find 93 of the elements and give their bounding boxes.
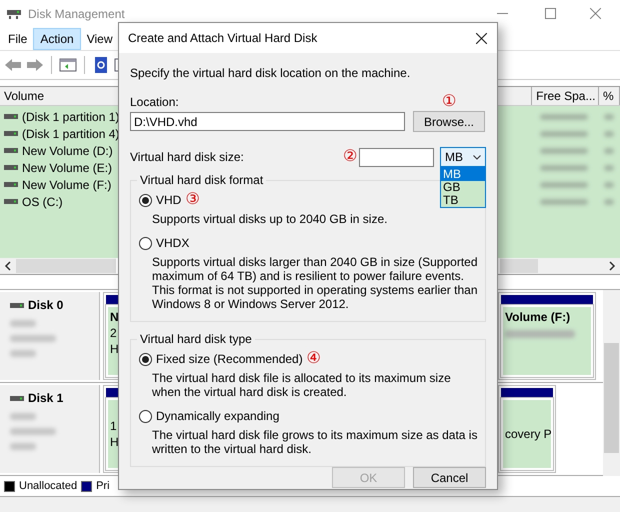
partition-header-bar (501, 388, 553, 398)
volume-name[interactable]: New Volume (F:) (22, 178, 112, 192)
blurred-text (604, 182, 614, 188)
unit-dropdown[interactable]: MB (440, 147, 486, 167)
drive-icon (10, 396, 24, 400)
blurred-text (10, 413, 36, 420)
size-field[interactable] (359, 148, 434, 166)
blurred-text (604, 198, 614, 204)
menu-item[interactable]: File (2, 28, 34, 50)
chevron-icon (473, 154, 481, 160)
radio-button[interactable] (139, 352, 152, 366)
blurred-text (10, 443, 36, 450)
partition-text: covery P (505, 427, 551, 441)
close-icon[interactable] (476, 32, 487, 44)
option-description: Supports virtual disks larger than 2040 GB in size (Supported maximum of 64 TB) and is resilient to power failure events. This format is not supported in operating systems earlier than Windows 8 or Windows Server 2012. (151, 255, 479, 311)
group-title: Virtual hard disk type (137, 332, 255, 346)
step-marker: ① (442, 94, 456, 110)
scrollbar-track[interactable] (0, 258, 116, 274)
radio-button[interactable] (139, 194, 152, 206)
blurred-text (604, 114, 614, 120)
partition-text: H (110, 342, 119, 356)
partition-block[interactable]: Volume (F:) (498, 292, 596, 380)
app-icon (6, 8, 22, 20)
step-marker: ③ (185, 192, 200, 208)
drive-icon (4, 199, 18, 204)
location-field[interactable]: D:\VHD.vhd (130, 112, 405, 131)
column-header[interactable]: % (599, 87, 620, 105)
group-title: Virtual hard disk format (137, 173, 266, 187)
drive-icon (4, 114, 18, 119)
vertical-scrollbar[interactable] (603, 290, 620, 476)
field-label: Virtual hard disk size: (130, 150, 245, 164)
instruction-text: Specify the virtual hard disk location on the machine. (130, 66, 412, 80)
drive-icon (4, 182, 18, 187)
cancel-button[interactable]: Cancel (413, 467, 486, 488)
field-label: Location: (130, 95, 179, 109)
blurred-text (540, 198, 588, 204)
option-description: The virtual hard disk file is allocated to its maximum size when the virtual hard disk is created. (151, 371, 452, 399)
blurred-text (604, 164, 614, 170)
disk-name[interactable]: Disk 0 (28, 298, 64, 312)
blurred-text (540, 130, 588, 136)
volume-name[interactable]: New Volume (D:) (22, 144, 113, 158)
scrollbar-thumb[interactable] (500, 259, 538, 273)
radio-label[interactable]: VHD (156, 193, 182, 207)
radio-label[interactable]: Fixed size (Recommended) (156, 352, 303, 366)
legend-label: Pri (96, 480, 110, 492)
radio-button[interactable] (139, 410, 152, 422)
blurred-text (604, 148, 614, 154)
volume-name[interactable]: New Volume (E:) (22, 160, 112, 174)
scrollbar-track[interactable] (500, 258, 620, 274)
window-title: Disk Management (28, 7, 125, 21)
scrollbar-thumb[interactable] (16, 259, 116, 273)
radio-label[interactable]: VHDX (156, 236, 190, 250)
drive-icon (4, 131, 18, 136)
option-description: Supports virtual disks up to 2040 GB in size. (151, 212, 388, 226)
blurred-text (10, 428, 56, 435)
maximize-icon[interactable] (545, 8, 556, 19)
blurred-text (540, 164, 588, 170)
forward-icon[interactable] (26, 57, 44, 73)
partition-text: 1 (110, 419, 117, 433)
blurred-text (10, 320, 36, 327)
legend-label: Unallocated (19, 480, 78, 492)
dropdown-option[interactable]: MB (441, 168, 485, 181)
blurred-text (10, 350, 36, 357)
radio-label[interactable]: Dynamically expanding (156, 409, 280, 423)
column-header[interactable]: Free Spa... (532, 87, 600, 105)
partition-title: N (110, 310, 119, 324)
menu-item[interactable]: Action (33, 28, 81, 50)
blurred-text (604, 130, 614, 136)
browse-button[interactable]: Browse... (413, 111, 485, 132)
drive-icon (10, 302, 24, 308)
drive-icon (4, 165, 18, 170)
blurred-text (540, 148, 588, 154)
menu-item[interactable]: View (80, 28, 118, 50)
blurred-text (10, 335, 56, 342)
volume-name[interactable]: OS (C:) (22, 194, 63, 208)
blurred-text (540, 114, 588, 120)
dropdown-option[interactable]: TB (441, 194, 485, 207)
blurred-text (505, 330, 575, 338)
console-icon[interactable] (59, 57, 77, 73)
option-description: The virtual hard disk file grows to its maximum size as data is written to the virtual hard disk. (151, 428, 478, 456)
radio-button[interactable] (139, 236, 152, 250)
dialog-title: Create and Attach Virtual Hard Disk (128, 31, 318, 45)
disk-name[interactable]: Disk 1 (28, 391, 64, 405)
partition-text: H (110, 435, 119, 449)
partition-block[interactable]: covery P (498, 385, 556, 473)
blurred-text (540, 182, 588, 188)
drive-icon (4, 148, 18, 153)
step-marker: ② (343, 149, 357, 165)
partition-title: Volume (F:) (505, 310, 570, 324)
back-icon[interactable] (4, 57, 22, 73)
partition-text: 2 (110, 326, 117, 340)
dropdown-option[interactable]: GB (441, 181, 485, 194)
step-marker: ④ (306, 351, 321, 367)
